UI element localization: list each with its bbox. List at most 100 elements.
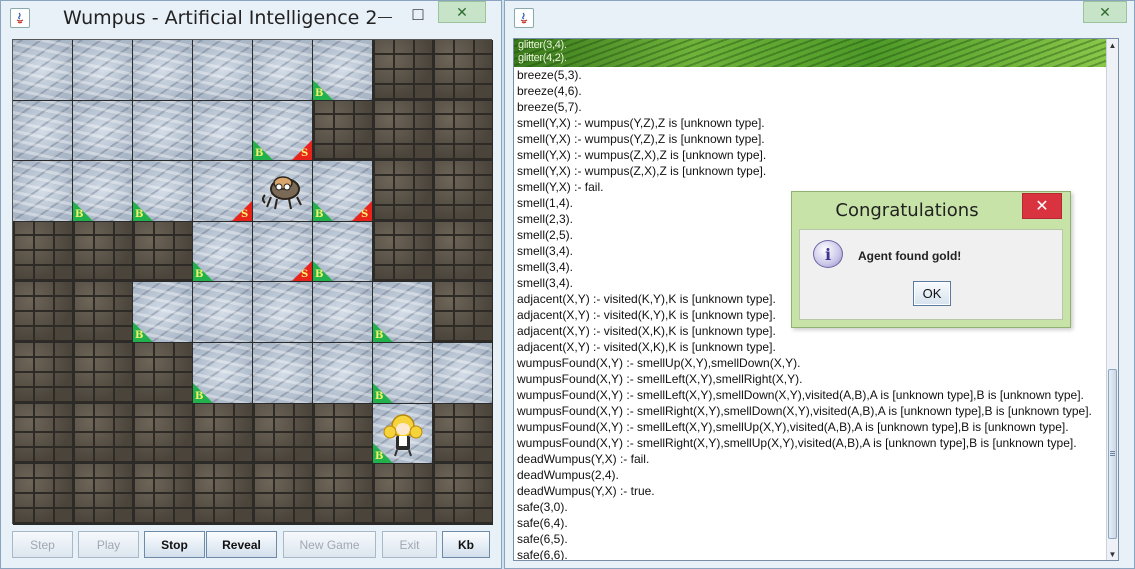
kb-line: wumpusFound(X,Y) :- smellRight(X,Y),smel… <box>517 436 1077 450</box>
board-cell <box>133 403 193 465</box>
board-cell: B <box>193 221 253 283</box>
board-cell <box>73 342 133 404</box>
breeze-marker: B <box>193 382 213 403</box>
board-cell <box>313 403 373 465</box>
board-cell <box>133 221 193 283</box>
board-cell <box>193 464 253 525</box>
kb-line: safe(6,5). <box>517 532 568 546</box>
kb-titlebar: ✕ <box>505 1 1134 35</box>
breeze-marker: B <box>313 200 333 221</box>
board-cell <box>13 161 73 222</box>
scroll-down-arrow-icon[interactable]: ▼ <box>1107 548 1118 560</box>
scroll-thumb[interactable] <box>1108 369 1117 539</box>
board-cell <box>433 464 493 525</box>
kb-line: safe(6,4). <box>517 516 568 530</box>
breeze-marker: B <box>133 200 153 221</box>
maximize-button[interactable]: □ <box>403 3 433 25</box>
dialog-close-button[interactable]: ✕ <box>1022 193 1062 219</box>
board-cell <box>13 464 73 525</box>
kb-line: smell(Y,X) :- wumpus(Z,X),Z is [unknown … <box>517 164 767 178</box>
board-cell: B <box>373 282 433 343</box>
board-cell <box>433 40 493 101</box>
new-game-button[interactable]: New Game <box>283 531 376 558</box>
board-cell <box>373 40 433 101</box>
board-cell <box>133 100 193 162</box>
board-cell: B <box>73 161 133 222</box>
breeze-marker: B <box>253 140 273 161</box>
kb-line: breeze(5,7). <box>517 100 582 114</box>
board-cell <box>313 282 373 343</box>
game-titlebar: Wumpus - Artificial Intelligence 2 — □ ✕ <box>1 1 501 35</box>
kb-line: safe(3,0). <box>517 500 568 514</box>
board-cell <box>253 403 313 465</box>
banner-line: glitter(3,4). <box>518 39 567 51</box>
java-app-icon[interactable] <box>514 8 534 28</box>
board-cell <box>313 100 373 162</box>
board-cell <box>73 100 133 162</box>
board-cell <box>13 221 73 283</box>
board-cell: B <box>133 282 193 343</box>
board-cell <box>313 342 373 404</box>
kb-line: breeze(5,3). <box>517 68 582 82</box>
stench-marker: S <box>292 140 312 161</box>
game-window-title: Wumpus - Artificial Intelligence 2 <box>63 7 378 29</box>
dialog-title: Congratulations <box>835 200 979 221</box>
kb-line: adjacent(X,Y) :- visited(X,K),K is [unkn… <box>517 340 776 354</box>
board-cell: S <box>193 161 253 222</box>
board-cell: BS <box>253 100 313 162</box>
close-button[interactable]: ✕ <box>438 1 486 23</box>
congratulations-dialog: Congratulations ✕ i Agent found gold! OK <box>791 191 1071 328</box>
board-cell <box>433 342 493 404</box>
board-cell <box>193 282 253 343</box>
board-cell <box>253 342 313 404</box>
board-cell <box>133 40 193 101</box>
board-cell <box>433 403 493 465</box>
board-cell <box>133 342 193 404</box>
board-cell <box>373 464 433 525</box>
java-app-icon[interactable] <box>10 8 30 28</box>
stench-marker: S <box>292 261 312 282</box>
play-button[interactable]: Play <box>78 531 139 558</box>
board-cell: S <box>253 221 313 283</box>
reveal-button[interactable]: Reveal <box>206 531 277 558</box>
exit-button[interactable]: Exit <box>382 531 437 558</box>
close-button[interactable]: ✕ <box>1083 1 1127 23</box>
kb-line: wumpusFound(X,Y) :- smellUp(X,Y),smellDo… <box>517 356 801 370</box>
ok-button[interactable]: OK <box>913 281 951 306</box>
scroll-up-arrow-icon[interactable]: ▲ <box>1107 39 1118 51</box>
breeze-marker: B <box>193 261 213 282</box>
board-cell <box>373 100 433 162</box>
stench-marker: S <box>232 200 252 221</box>
kb-line: wumpusFound(X,Y) :- smellRight(X,Y),smel… <box>517 404 1092 418</box>
breeze-marker: B <box>373 321 393 342</box>
board-cell <box>253 282 313 343</box>
vertical-scrollbar[interactable]: ▲ ▼ <box>1106 39 1118 560</box>
board-cell <box>13 403 73 465</box>
board-cell <box>73 282 133 343</box>
board-cell <box>253 161 313 222</box>
board-cell: B <box>373 342 433 404</box>
board-cell <box>13 342 73 404</box>
kb-banner-image: glitter(3,4). glitter(4,2). <box>514 39 1110 67</box>
board-cell <box>253 464 313 525</box>
kb-line: smell(Y,X) :- wumpus(Y,Z),Z is [unknown … <box>517 132 765 146</box>
kb-line: smell(Y,X) :- wumpus(Y,Z),Z is [unknown … <box>517 116 765 130</box>
minimize-button[interactable]: — <box>372 5 398 27</box>
kb-line: breeze(4,6). <box>517 84 582 98</box>
board-cell <box>73 403 133 465</box>
control-buttons: Step Play Stop Reveal New Game Exit Kb <box>12 531 492 558</box>
board-cell <box>373 161 433 222</box>
board-cell <box>193 403 253 465</box>
kb-button[interactable]: Kb <box>442 531 490 558</box>
board-cell <box>253 40 313 101</box>
step-button[interactable]: Step <box>12 531 73 558</box>
board-cell <box>13 282 73 343</box>
kb-line: deadWumpus(Y,X) :- fail. <box>517 452 650 466</box>
info-icon: i <box>813 240 843 268</box>
board-cell <box>433 100 493 162</box>
board-cell: B <box>193 342 253 404</box>
stop-button[interactable]: Stop <box>144 531 205 558</box>
stench-marker: S <box>352 200 372 221</box>
board-cell: B <box>133 161 193 222</box>
board-cell <box>433 161 493 222</box>
